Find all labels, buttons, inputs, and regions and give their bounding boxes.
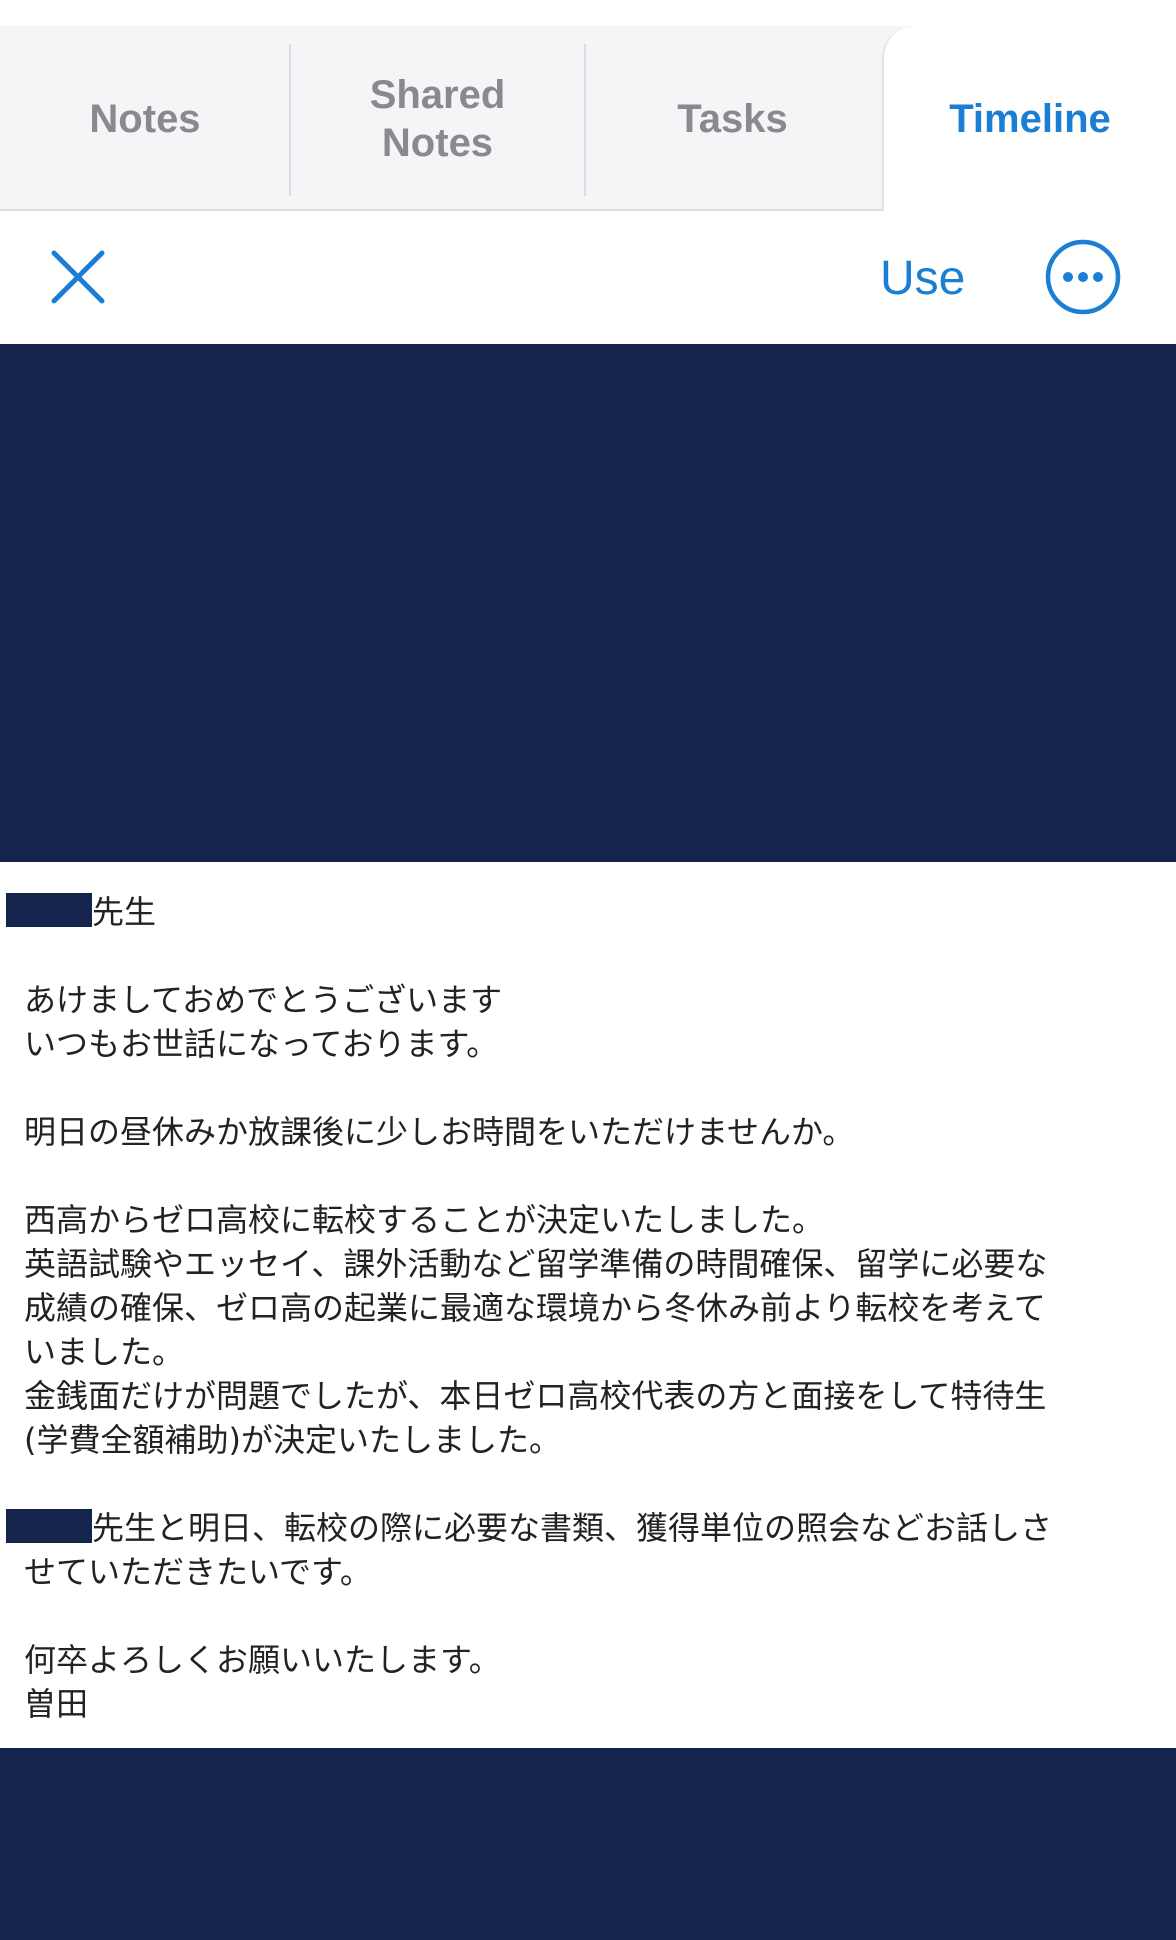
message-line: 明日の昼休みか放課後に少しお時間をいただけませんか。 [24,1113,855,1151]
message-line-with-name: 先生と明日、転校の際に必要な書類、獲得単位の照会などお話しさ [6,1506,1052,1550]
tab-notes[interactable]: Notes [0,26,290,211]
message-line: 英語試験やエッセイ、課外活動など留学準備の時間確保、留学に必要な [24,1245,1048,1283]
redacted-name [6,893,92,927]
more-options-icon [1045,239,1121,315]
salutation-text: 先生 [92,893,157,931]
tab-bar: Notes Shared Notes Tasks Timeline [0,26,1176,212]
header-image [0,344,1176,862]
toolbar: Use [0,211,1176,344]
signature: 曽田 [24,1685,89,1723]
message-line: いつもお世話になっております。 [24,1025,499,1063]
message-line: あけましておめでとうございます [24,981,503,1019]
message-line-text: 先生と明日、転校の際に必要な書類、獲得単位の照会などお話しさ [92,1509,1053,1547]
tab-timeline[interactable]: Timeline [882,26,1176,212]
message-line: せていただきたいです。 [24,1553,372,1591]
message-line: 成績の確保、ゼロ高の起業に最適な環境から冬休み前より転校を考えて [24,1289,1046,1327]
tab-tasks[interactable]: Tasks [585,26,880,211]
message-line: 西高からゼロ高校に転校することが決定いたしました。 [24,1201,825,1239]
close-button[interactable] [48,247,108,307]
message-line: 金銭面だけが問題でしたが、本日ゼロ高校代表の方と面接をして特待生 [24,1377,1047,1415]
status-bar-area [0,0,1176,26]
message-line: (学費全額補助)が決定いたしました。 [24,1421,561,1459]
close-icon [51,250,105,304]
more-options-button[interactable] [1043,237,1123,317]
salutation-line: 先生 [6,890,156,934]
message-line: 何卒よろしくお願いいたします。 [24,1641,501,1679]
message-body: 先生 あけましておめでとうございます いつもお世話になっております。 明日の昼休… [0,862,1176,1748]
use-button[interactable]: Use [880,249,965,309]
footer-image [0,1748,1176,1940]
redacted-name [6,1509,92,1543]
tab-shared-notes[interactable]: Shared Notes [290,26,585,211]
message-line: いました。 [24,1333,185,1371]
